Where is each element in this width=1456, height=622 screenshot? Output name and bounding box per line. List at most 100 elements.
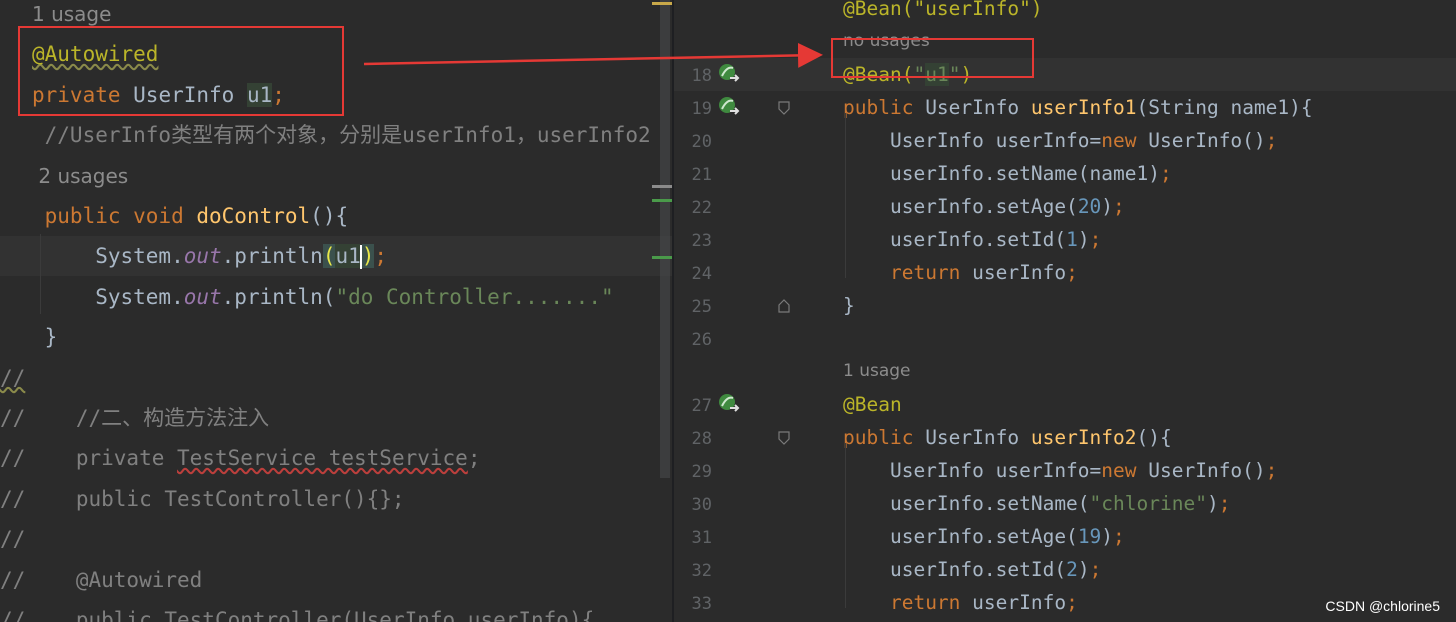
line-number: 19 [691,99,712,119]
code-line[interactable]: @Bean("userInfo") [674,0,1456,25]
code-line[interactable]: // private TestService testService; [0,438,672,478]
code-line[interactable]: } [0,317,672,357]
code-line[interactable]: System.out.println(u1); [0,236,672,277]
spring-bean-gutter-icon[interactable] [716,95,740,119]
code-token: ) [1077,558,1090,581]
line-number: 31 [691,528,712,548]
code-token: ) [1101,525,1114,548]
scroll-marker-warning [652,2,672,5]
right-editor-pane[interactable]: @Bean("userInfo") no usages @Bean("u1") 18 p… [674,0,1456,622]
code-line[interactable]: @Autowired [0,34,672,74]
line-number: 30 [691,495,712,515]
code-line[interactable]: // public TestController(){}; [0,479,672,519]
code-token: 1 [1066,228,1078,251]
code-token: ) [1206,492,1219,515]
spring-bean-gutter-icon[interactable] [716,62,740,86]
code-token: private [32,82,134,107]
code-line[interactable] [674,322,1456,355]
code-token: userInfo.setId( [843,558,1067,581]
usage-hint[interactable]: 2 usages [0,156,672,196]
code-line[interactable]: public UserInfo userInfo1(String name1){ [674,91,1456,124]
line-number: 29 [691,462,712,482]
code-line[interactable]: // public TestController(UserInfo userIn… [0,600,672,622]
code-token: userInfo.setId( [843,228,1067,251]
code-token: (){ [1136,426,1172,449]
code-line[interactable]: UserInfo userInfo=new UserInfo(); [674,124,1456,157]
code-line[interactable]: // //二、构造方法注入 [0,398,672,438]
code-token: ; [1089,558,1102,581]
code-token: ) [1101,195,1114,218]
code-token: 2 [1066,558,1078,581]
scroll-marker-hint [652,185,672,188]
code-line[interactable]: @Bean [674,388,1456,421]
usage-hint[interactable]: no usages [674,25,1456,58]
code-line[interactable]: // [0,358,672,398]
code-token: // public [0,608,165,622]
code-line[interactable]: userInfo.setAge(20); [674,190,1456,223]
usage-hint[interactable]: 1 usage [674,355,1456,388]
code-line[interactable]: userInfo.setName("chlorine"); [674,487,1456,520]
fold-open-icon[interactable] [778,101,790,115]
usage-hint[interactable]: 1 usage [0,0,672,34]
code-line[interactable]: System.out.println("do Controller.......… [0,277,672,317]
code-token: ( [322,244,336,269]
code-token: ; [1066,261,1078,284]
code-line[interactable]: // @Autowired [0,560,672,600]
code-token: void [133,204,197,228]
code-token: @Autowired [32,42,159,67]
code-line[interactable]: //UserInfo类型有两个对象，分别是userInfo1，userInfo2 [0,115,672,155]
code-token: ; [1089,228,1102,251]
code-line[interactable]: userInfo.setId(1); [674,223,1456,256]
code-token: ) [960,63,973,86]
code-token: ; [1265,129,1278,152]
code-line[interactable]: userInfo.setName(name1); [674,157,1456,190]
code-token: userInfo1 [1030,96,1137,119]
line-number: 18 [691,66,712,86]
line-number: 28 [691,429,712,449]
code-token: 2 usages [32,163,129,188]
code-line[interactable]: return userInfo; [674,256,1456,289]
code-token: ; [374,244,388,269]
code-token: "do Controller......." [335,284,614,309]
code-token: "chlorine" [1089,492,1207,515]
code-token: (){ [310,204,349,228]
code-token: u1 [925,63,949,86]
code-line[interactable]: private UserInfo u1; [0,75,672,115]
code-line[interactable]: public void doControl(){ [0,196,672,236]
code-token: ; [1113,195,1125,218]
code-line[interactable]: UserInfo userInfo=new UserInfo(); [674,454,1456,487]
code-token: UserInfo() [1148,129,1266,152]
line-number: 27 [691,396,712,416]
code-line[interactable]: userInfo.setId(2); [674,553,1456,586]
left-editor-scrollbar[interactable] [660,0,670,478]
scroll-marker-change-2 [652,256,672,259]
line-number: 26 [691,330,712,350]
code-token: System. [32,284,184,309]
code-line[interactable]: } [674,289,1456,322]
code-token: UserInfo [925,426,1031,449]
code-token: // @Autowired [0,567,203,592]
fold-open-icon[interactable] [778,431,790,445]
code-token: new [1101,459,1149,482]
left-editor-pane[interactable]: 1 usage @Autowired private UserInfo u1; //… [0,0,672,622]
line-number: 25 [691,297,712,317]
line-number: 21 [691,165,712,185]
indent-guide [845,113,846,278]
spring-bean-gutter-icon[interactable] [716,392,740,416]
code-line[interactable]: // [0,519,672,559]
code-token: userInfo.setName( [843,492,1090,515]
line-number: 33 [691,594,712,614]
code-token: ; [1265,459,1278,482]
code-token: 20 [1077,195,1102,218]
code-token: ; [1066,591,1078,614]
code-line[interactable]: public UserInfo userInfo2(){ [674,421,1456,454]
code-line[interactable]: userInfo.setAge(19); [674,520,1456,553]
code-token: userInfo.setAge( [843,525,1078,548]
code-token: doControl [196,204,311,228]
code-token: // public TestController(){}; [0,486,405,511]
code-token: UserInfo [133,82,247,107]
code-token: (String name1){ [1136,96,1313,119]
fold-close-icon[interactable] [778,299,790,313]
code-line[interactable]: @Bean("u1") [674,58,1456,91]
